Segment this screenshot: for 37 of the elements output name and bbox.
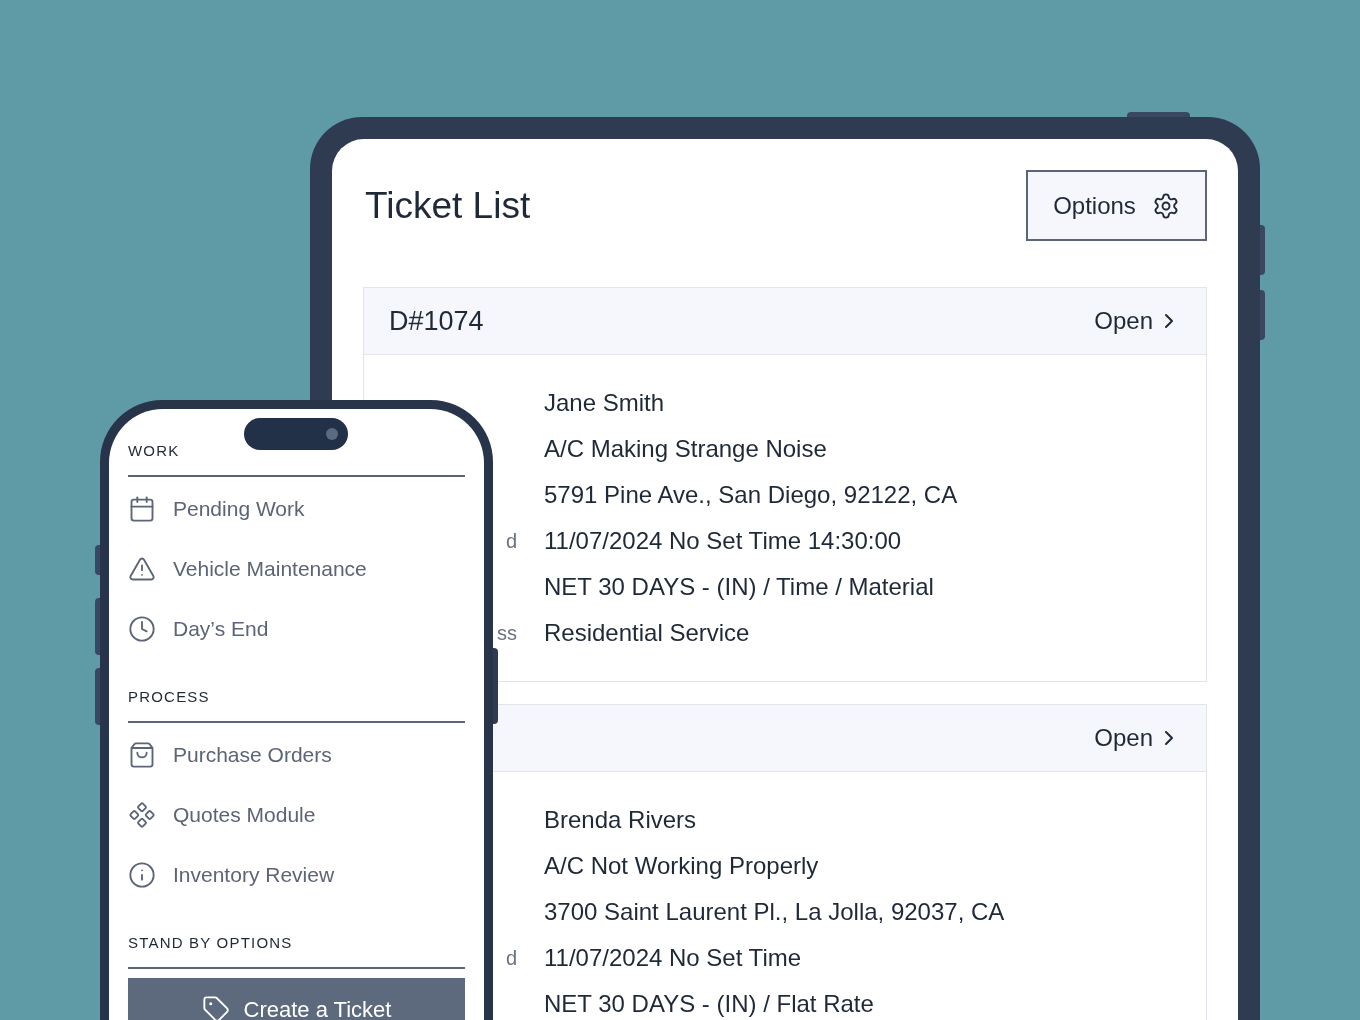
field-value: 11/07/2024 No Set Time 14:30:00 (544, 526, 902, 556)
warning-icon (128, 555, 156, 583)
ticket-id: D#1074 (389, 304, 484, 338)
field-value: Brenda Rivers (544, 805, 697, 835)
camera-lens (326, 428, 338, 440)
menu-item[interactable]: Inventory Review (128, 845, 465, 905)
open-link[interactable]: Open (1094, 303, 1181, 339)
menu-item[interactable]: Purchase Orders (128, 725, 465, 785)
section-heading: STAND BY OPTIONS (128, 934, 293, 951)
shopping-bag-icon (128, 741, 156, 769)
tag-icon (201, 995, 230, 1020)
field-value: Residential Service (544, 618, 750, 648)
section-heading: PROCESS (128, 688, 210, 705)
clock-icon (128, 615, 156, 643)
menu-item[interactable]: Day’s End (128, 599, 465, 659)
field-value: 5791 Pine Ave., San Diego, 92122, CA (544, 480, 958, 510)
field-label: ss (497, 621, 517, 646)
field-value: 11/07/2024 No Set Time (544, 943, 802, 973)
menu-item[interactable]: Quotes Module (128, 785, 465, 845)
field-value: A/C Making Strange Noise (544, 434, 827, 464)
field-label: d (505, 529, 517, 554)
menu-item[interactable]: Vehicle Maintenance (128, 539, 465, 599)
open-link[interactable]: Open (1094, 720, 1181, 756)
menu-item[interactable]: Pending Work (128, 479, 465, 539)
diamonds-icon (128, 801, 156, 829)
field-label: d (505, 946, 517, 971)
field-value: NET 30 DAYS - (IN) / Flat Rate (544, 989, 874, 1019)
info-icon (128, 861, 156, 889)
calendar-icon (128, 495, 156, 523)
field-value: 3700 Saint Laurent Pl., La Jolla, 92037, CA (544, 897, 1005, 927)
section-heading: WORK (128, 442, 180, 459)
create-ticket-button[interactable]: Create a Ticket (128, 978, 465, 1020)
field-value: A/C Not Working Properly (544, 851, 819, 881)
field-value: NET 30 DAYS - (IN) / Time / Material (544, 572, 934, 602)
field-value: Jane Smith (544, 388, 665, 418)
options-button[interactable]: Options (1026, 170, 1207, 241)
page-title: Ticket List (364, 183, 531, 228)
